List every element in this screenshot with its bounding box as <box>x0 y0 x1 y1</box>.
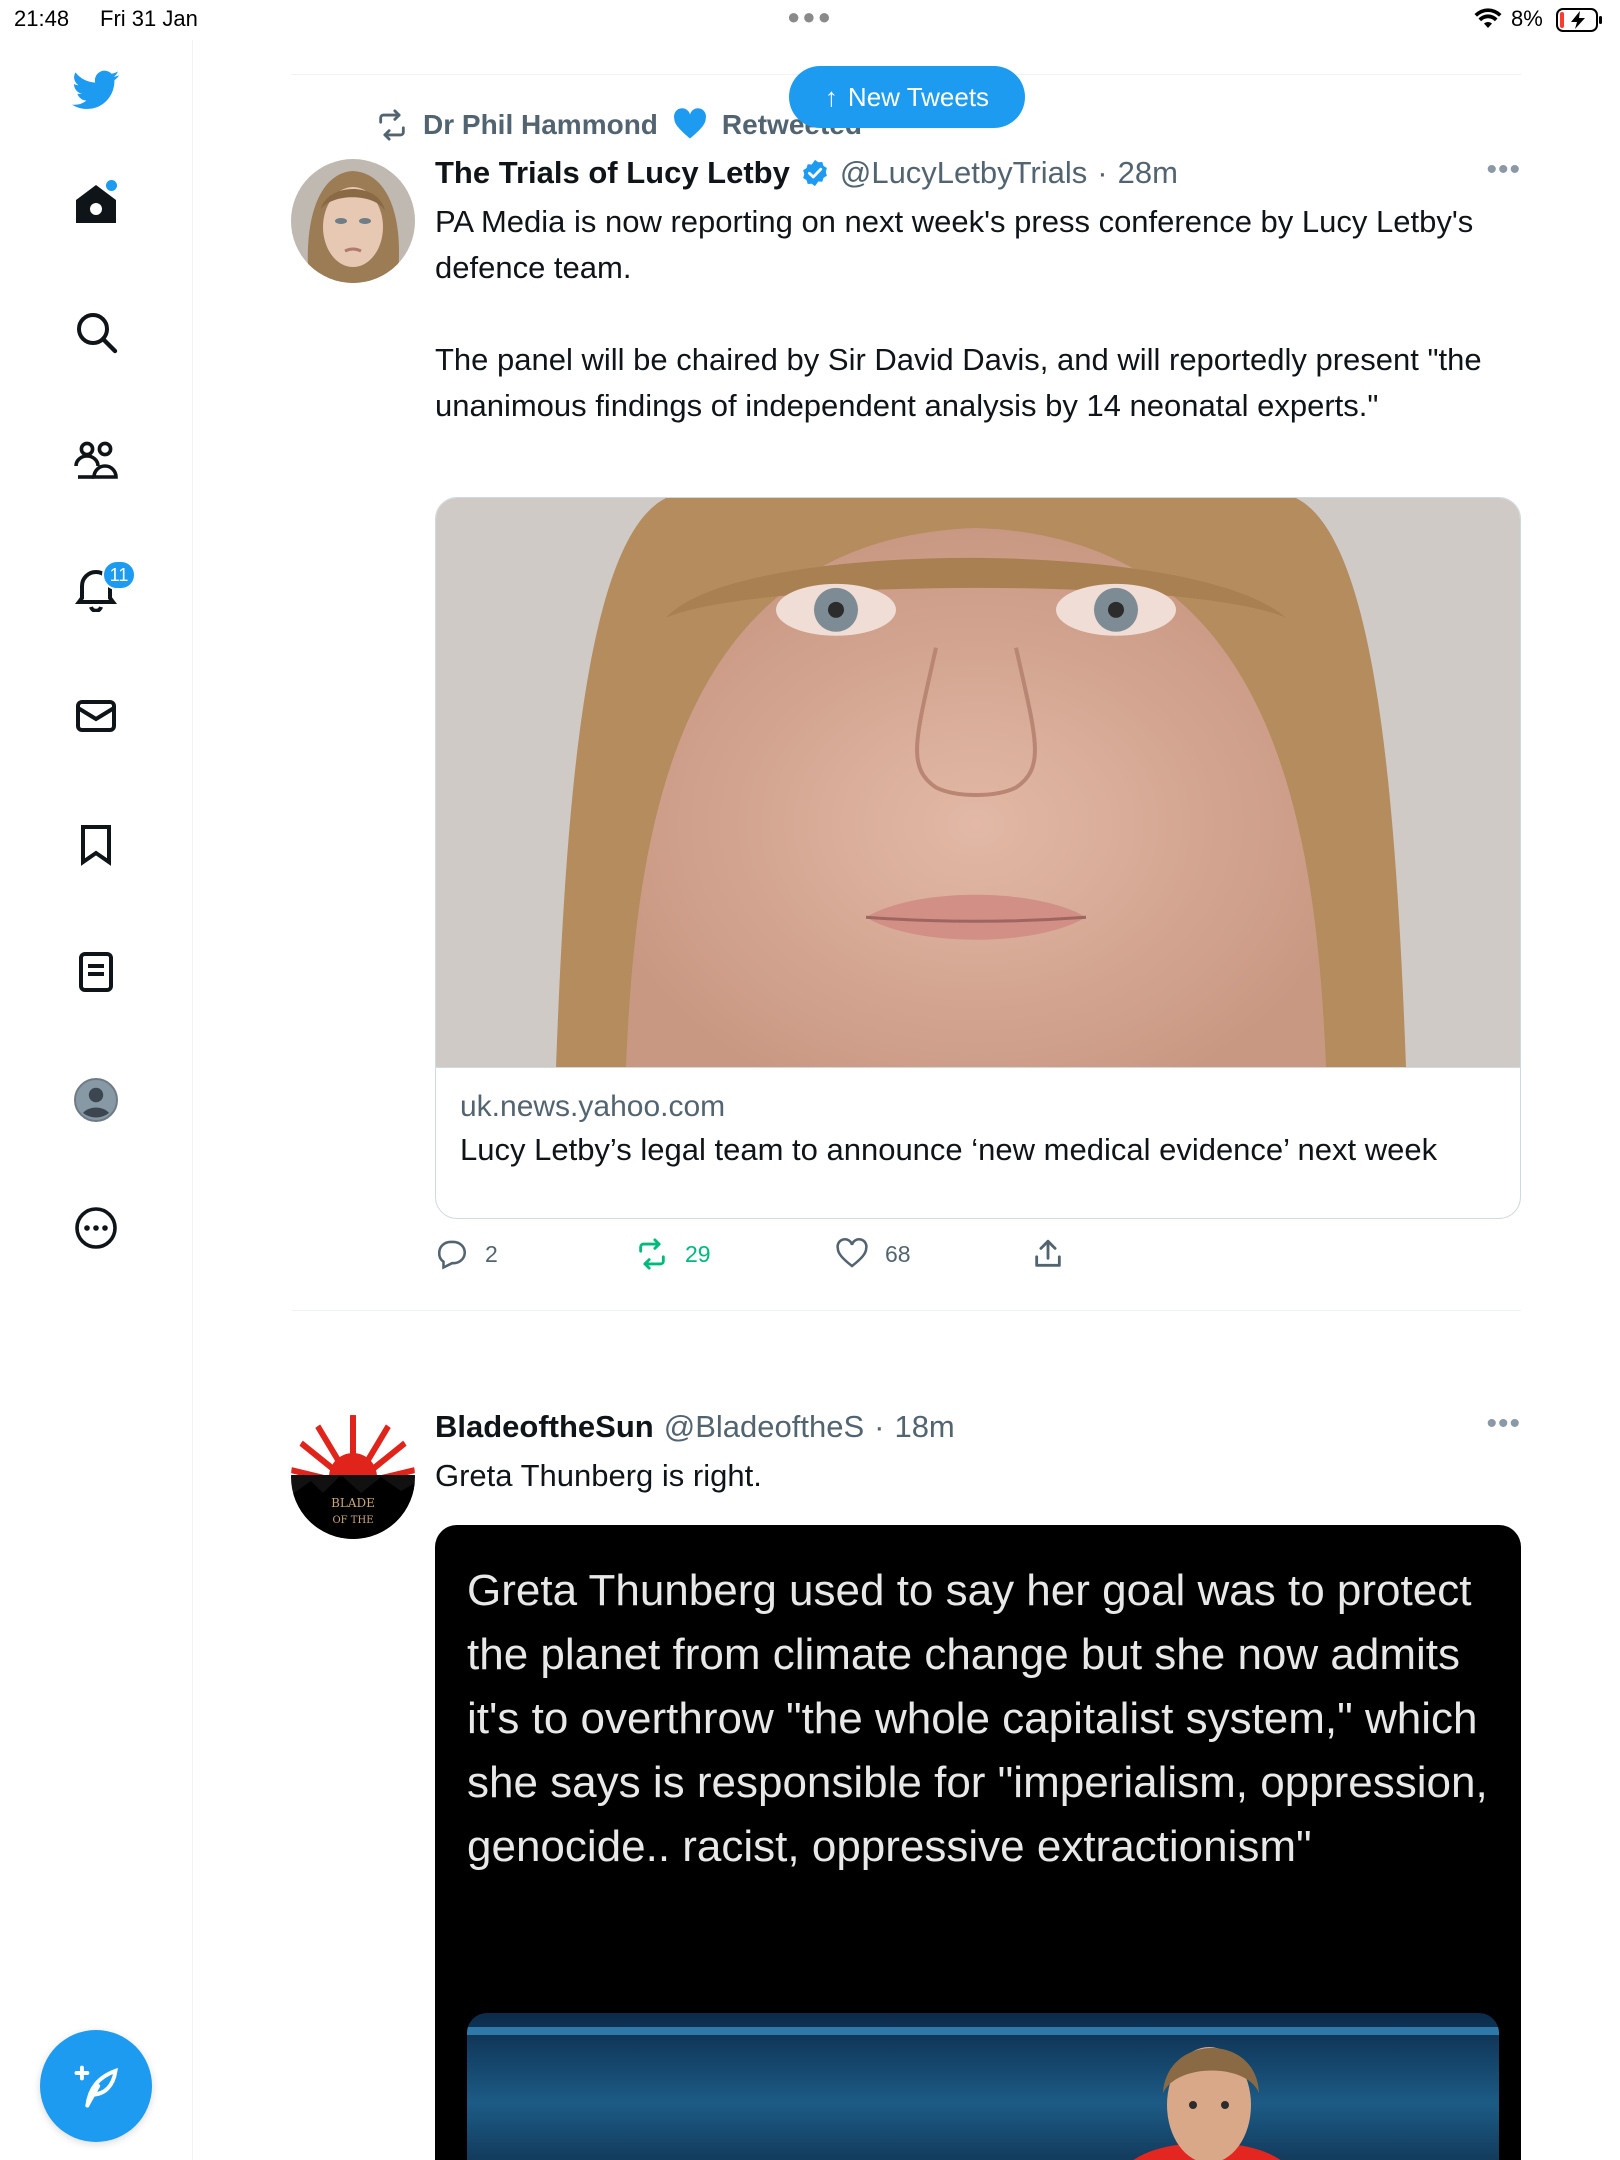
twitter-bird-icon[interactable] <box>56 50 136 130</box>
media-caption-text: Greta Thunberg used to say her goal was … <box>467 1566 1500 1871</box>
handle[interactable]: @LucyLetbyTrials <box>840 155 1087 191</box>
handle[interactable]: @BladeoftheS <box>664 1409 864 1445</box>
sidebar-item-more[interactable] <box>56 1188 136 1268</box>
retweeted-by-name[interactable]: Dr Phil Hammond <box>423 109 658 141</box>
svg-text:OF THE: OF THE <box>332 1515 373 1526</box>
sidebar-item-bookmarks[interactable] <box>56 804 136 884</box>
multitasking-dots-icon[interactable]: ●●● <box>787 4 833 30</box>
reply-count: 2 <box>485 1240 498 1267</box>
sidebar-item-notifications[interactable]: 11 <box>56 548 136 628</box>
sidebar-item-lists[interactable] <box>56 932 136 1012</box>
lists-icon <box>79 952 113 992</box>
status-date: Fri 31 Jan <box>100 6 198 31</box>
wifi-icon <box>1474 8 1502 28</box>
sidebar-nav: 11 <box>0 40 193 2160</box>
sidebar-item-home[interactable] <box>56 164 136 244</box>
verified-badge-icon <box>802 159 827 187</box>
tweet-header: The Trials of Lucy Letby @LucyLetbyTrial… <box>435 155 1178 191</box>
notifications-badge: 11 <box>102 560 136 590</box>
tweet-text: Greta Thunberg is right. <box>435 1458 762 1493</box>
status-bar: 21:48 Fri 31 Jan ●●● 8% <box>0 0 1620 40</box>
more-options-icon[interactable]: ••• <box>1486 153 1521 187</box>
retweet-button[interactable]: 29 <box>635 1237 711 1271</box>
avatar[interactable]: BLADE OF THE <box>291 1415 415 1539</box>
sidebar-item-communities[interactable] <box>56 420 136 500</box>
tweet[interactable]: Dr Phil Hammond Retweeted The Trials of … <box>291 75 1521 1311</box>
card-image <box>436 498 1520 1068</box>
new-tweets-button[interactable]: ↑ New Tweets <box>789 66 1025 128</box>
more-circle-icon <box>75 1207 117 1249</box>
heart-icon <box>836 1238 868 1268</box>
svg-text:BLADE: BLADE <box>331 1496 375 1510</box>
share-icon <box>1035 1239 1061 1267</box>
tweet-media[interactable]: Greta Thunberg used to say her goal was … <box>435 1525 1521 2160</box>
tweet-text: PA Media is now reporting on next week's… <box>435 204 1482 423</box>
avatar[interactable] <box>291 159 415 283</box>
battery-percent: 8% <box>1511 6 1543 31</box>
status-time: 21:48 <box>14 6 70 31</box>
timestamp[interactable]: 18m <box>894 1409 954 1445</box>
compose-feather-icon <box>74 2065 118 2108</box>
blue-heart-icon <box>673 108 706 139</box>
arrow-up-icon: ↑ <box>824 81 838 112</box>
sidebar-item-search[interactable] <box>56 292 136 372</box>
reply-button[interactable]: 2 <box>435 1237 498 1271</box>
more-options-icon[interactable]: ••• <box>1486 1407 1521 1441</box>
display-name[interactable]: The Trials of Lucy Letby <box>435 155 790 191</box>
retweet-context: Dr Phil Hammond Retweeted <box>375 107 862 143</box>
bookmark-icon <box>81 825 111 866</box>
tweet-header: BladeoftheSun @BladeoftheS · 18m <box>435 1409 955 1445</box>
profile-avatar-icon <box>74 1078 118 1122</box>
messages-envelope-icon <box>76 700 116 732</box>
media-photo <box>467 2013 1499 2160</box>
sidebar-item-profile[interactable] <box>56 1060 136 1140</box>
sidebar-item-messages[interactable] <box>56 676 136 756</box>
separator-dot: · <box>1097 155 1108 190</box>
retweet-icon <box>379 109 405 141</box>
link-card[interactable]: uk.news.yahoo.com Lucy Letby’s legal tea… <box>435 497 1521 1219</box>
new-tweets-label: New Tweets <box>847 81 990 112</box>
display-name[interactable]: BladeoftheSun <box>435 1409 654 1445</box>
like-button[interactable]: 68 <box>835 1237 911 1271</box>
search-icon <box>77 313 118 354</box>
timeline: Dr Phil Hammond Retweeted The Trials of … <box>291 74 1521 2160</box>
share-button[interactable] <box>1031 1237 1065 1271</box>
card-title: Lucy Letby’s legal team to announce ‘new… <box>460 1132 1438 1167</box>
tweet-actions: 2 29 68 <box>435 1237 1135 1277</box>
separator-dot: · <box>874 1409 885 1444</box>
reply-icon <box>437 1240 466 1270</box>
communities-icon <box>74 441 118 479</box>
like-count: 68 <box>885 1240 911 1267</box>
battery-charging-icon <box>1556 8 1602 32</box>
retweet-count: 29 <box>685 1240 711 1267</box>
card-domain: uk.news.yahoo.com <box>460 1090 726 1123</box>
new-content-dot <box>106 180 117 191</box>
tweet[interactable]: BLADE OF THE BladeoftheSun @BladeoftheS … <box>291 1311 1521 2160</box>
timestamp[interactable]: 28m <box>1118 155 1178 191</box>
retweet-icon <box>639 1238 665 1270</box>
compose-tweet-button[interactable] <box>40 2030 152 2142</box>
